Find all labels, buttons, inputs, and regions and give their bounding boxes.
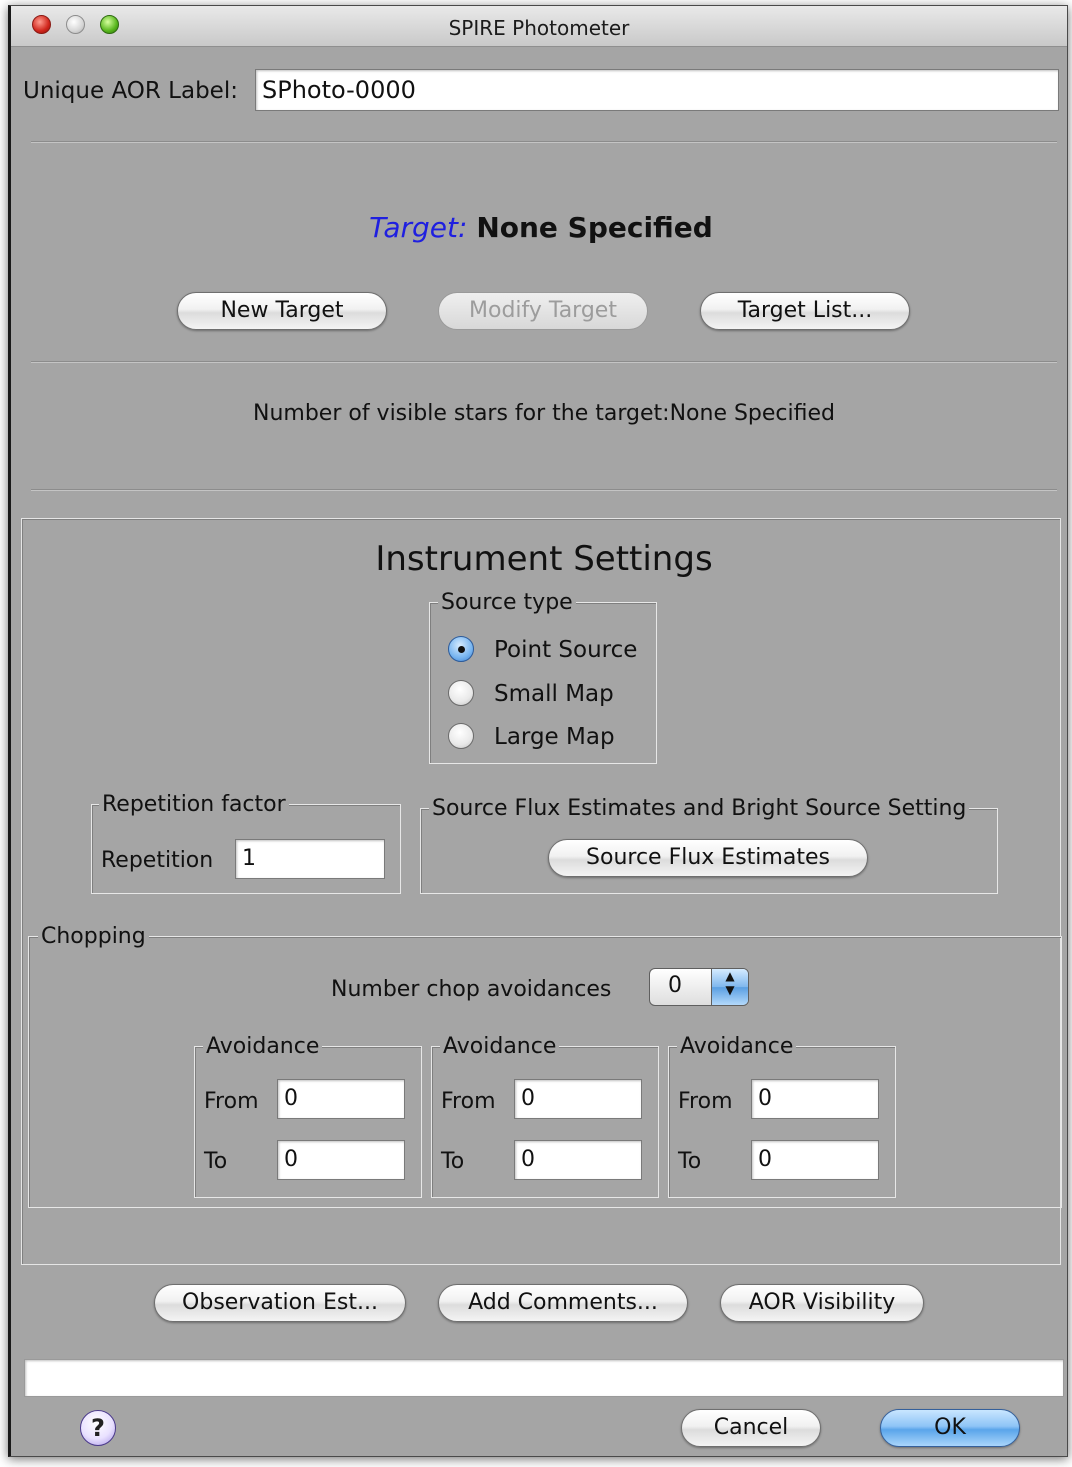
avoidance-to-label-2: To (441, 1149, 465, 1174)
add-comments-button[interactable]: Add Comments... (438, 1284, 688, 1322)
aor-label-input[interactable]: SPhoto-0000 (255, 69, 1059, 111)
source-type-title: Source type (438, 592, 576, 614)
new-target-button[interactable]: New Target (177, 292, 387, 330)
ok-button[interactable]: OK (880, 1409, 1020, 1447)
status-field (24, 1359, 1064, 1397)
target-label: Target: (369, 211, 468, 244)
target-value: None Specified (476, 211, 713, 244)
chop-avoidances-value: 0 (668, 973, 682, 998)
chopping-title: Chopping (38, 926, 149, 948)
repetition-label: Repetition (101, 848, 214, 873)
avoidance-to-label-3: To (678, 1149, 702, 1174)
chop-avoidances-label: Number chop avoidances (331, 977, 612, 1002)
divider (31, 141, 1057, 143)
avoidance-to-input-3[interactable]: 0 (751, 1140, 879, 1180)
avoidance-to-label-1: To (204, 1149, 228, 1174)
avoidance-title-3: Avoidance (677, 1036, 797, 1058)
avoidance-from-input-2[interactable]: 0 (514, 1079, 642, 1119)
large-map-label[interactable]: Large Map (494, 724, 615, 750)
divider (31, 361, 1057, 363)
avoidance-title-2: Avoidance (440, 1036, 560, 1058)
aor-label: Unique AOR Label: (23, 78, 238, 104)
target-heading: Target: None Specified (11, 211, 1067, 244)
avoidance-from-input-1[interactable]: 0 (277, 1079, 405, 1119)
spire-photometer-window: SPIRE Photometer Unique AOR Label: SPhot… (8, 5, 1068, 1457)
modify-target-button[interactable]: Modify Target (438, 292, 648, 330)
small-map-radio[interactable] (448, 680, 474, 706)
aor-visibility-button[interactable]: AOR Visibility (720, 1284, 924, 1322)
divider (31, 489, 1057, 491)
repetition-input[interactable]: 1 (235, 839, 385, 879)
chop-avoidances-stepper[interactable]: 0 ▲ ▼ (649, 968, 749, 1006)
stepper-arrows-icon[interactable]: ▲ ▼ (711, 969, 748, 1005)
title-bar[interactable]: SPIRE Photometer (11, 6, 1067, 47)
small-map-label[interactable]: Small Map (494, 681, 614, 707)
large-map-radio[interactable] (448, 723, 474, 749)
cancel-button[interactable]: Cancel (681, 1409, 821, 1447)
visible-stars-text: Number of visible stars for the target:N… (252, 401, 835, 426)
help-icon[interactable]: ? (80, 1410, 116, 1446)
instrument-settings-heading: Instrument Settings (375, 539, 713, 579)
avoidance-from-label-2: From (441, 1089, 496, 1114)
source-flux-estimates-button[interactable]: Source Flux Estimates (548, 839, 868, 877)
source-flux-title: Source Flux Estimates and Bright Source … (429, 798, 970, 820)
avoidance-from-label-1: From (204, 1089, 259, 1114)
point-source-radio[interactable] (448, 636, 474, 662)
observation-estimate-button[interactable]: Observation Est... (154, 1284, 406, 1322)
repetition-factor-title: Repetition factor (99, 794, 289, 816)
window-title: SPIRE Photometer (448, 16, 630, 40)
avoidance-from-input-3[interactable]: 0 (751, 1079, 879, 1119)
avoidance-title-1: Avoidance (203, 1036, 323, 1058)
point-source-label[interactable]: Point Source (494, 637, 637, 663)
avoidance-from-label-3: From (678, 1089, 733, 1114)
avoidance-to-input-2[interactable]: 0 (514, 1140, 642, 1180)
target-list-button[interactable]: Target List... (700, 292, 910, 330)
avoidance-to-input-1[interactable]: 0 (277, 1140, 405, 1180)
